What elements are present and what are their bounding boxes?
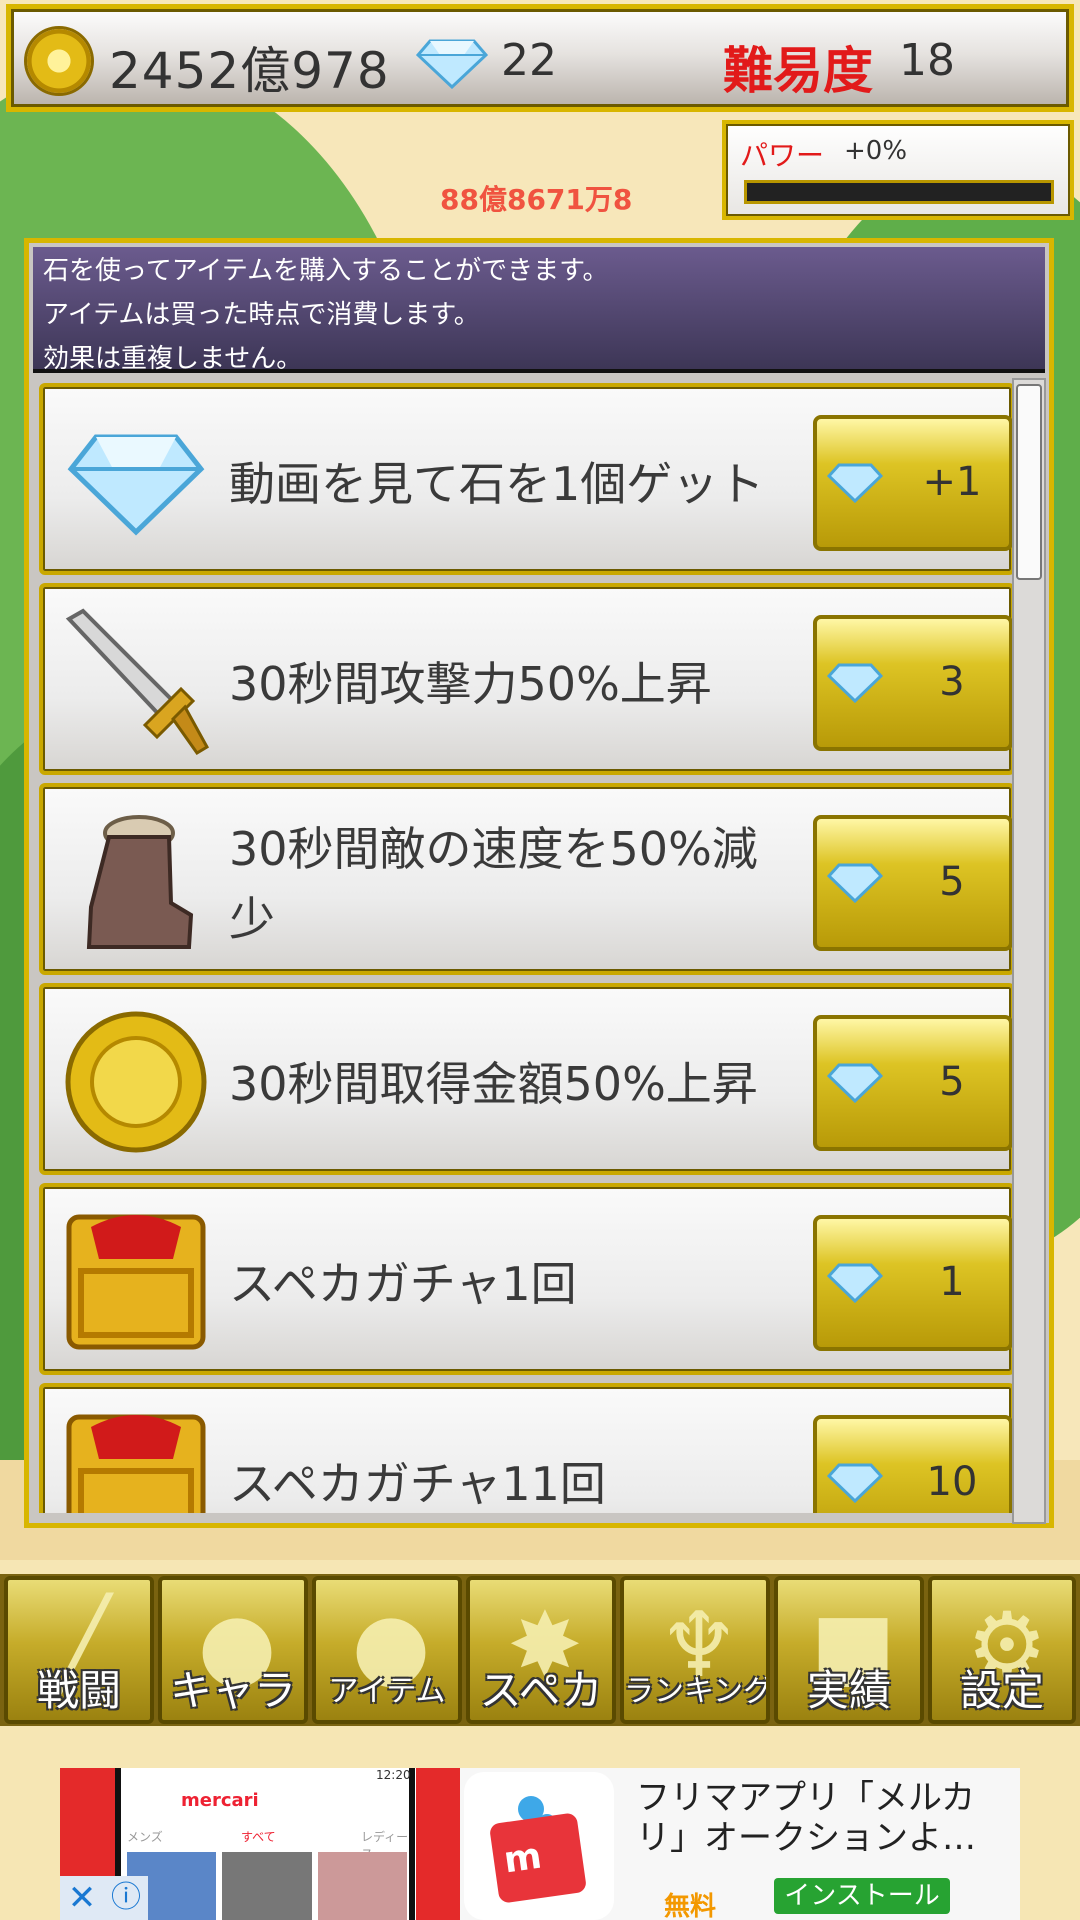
nav-label: ランキング	[624, 1674, 770, 1709]
diamond-icon	[827, 1063, 883, 1103]
ad-tab: メンズ	[127, 1830, 163, 1844]
sword-icon	[65, 608, 210, 756]
status-bar: 2452億978 22 難易度 18	[6, 4, 1074, 112]
notice-line: アイテムは買った時点で消費します。	[43, 300, 480, 330]
shop-item-attack-boost: 30秒間攻撃力50%上昇 3	[39, 583, 1015, 775]
ad-title: フリマアプリ「メルカリ」オークションよ…	[636, 1778, 976, 1858]
item-label: スペカガチャ11回	[229, 1457, 606, 1511]
treasure-chest-icon	[66, 1414, 206, 1513]
close-icon[interactable]: ✕	[60, 1876, 104, 1920]
item-price: 1	[939, 1259, 965, 1305]
shop-item-gold-boost: 30秒間取得金額50%上昇 5	[39, 983, 1015, 1175]
item-price: 5	[939, 859, 965, 905]
diamond-icon	[416, 39, 488, 89]
gold-coin-icon	[27, 29, 91, 93]
item-label: 動画を見て石を1個ゲット	[229, 457, 765, 511]
ad-price: 無料	[664, 1892, 717, 1920]
buy-button[interactable]: 5	[813, 1015, 1013, 1151]
ad-tab-active: すべて	[241, 1830, 276, 1844]
difficulty-label: 難易度	[723, 42, 873, 100]
info-icon[interactable]: ⓘ	[104, 1876, 148, 1920]
nav-ranking-button[interactable]: ♆ ランキング	[620, 1576, 770, 1724]
diamond-icon	[827, 463, 883, 503]
item-label: スペカガチャ1回	[229, 1257, 577, 1311]
buy-button[interactable]: 3	[813, 615, 1013, 751]
buy-button[interactable]: 5	[813, 815, 1013, 951]
list-scrollbar[interactable]	[1012, 378, 1046, 1524]
nav-label: 戦闘	[36, 1666, 121, 1715]
nav-label: スペカ	[479, 1666, 603, 1715]
gold-amount: 2452億978	[109, 42, 390, 100]
nav-achievements-button[interactable]: ■ 実績	[774, 1576, 924, 1724]
item-price: +1	[922, 459, 982, 505]
nav-label: 実績	[806, 1666, 891, 1715]
floating-damage-text: 88億8671万8	[440, 183, 633, 216]
item-price: 5	[939, 1059, 965, 1105]
nav-label: アイテム	[328, 1674, 446, 1709]
item-label: 30秒間取得金額50%上昇	[229, 1057, 758, 1111]
treasure-chest-icon	[66, 1214, 206, 1350]
nav-battle-button[interactable]: ╱ 戦闘	[4, 1576, 154, 1724]
power-label: パワー	[740, 139, 825, 172]
power-panel: パワー +0%	[722, 120, 1074, 220]
boot-icon	[86, 815, 194, 949]
nav-label: 設定	[959, 1666, 1044, 1715]
shop-item-gacha-11: スペカガチャ11回 10	[39, 1383, 1015, 1513]
diamond-icon	[827, 1463, 883, 1503]
notice-line: 石を使ってアイテムを購入することができます。	[43, 256, 609, 286]
diamond-icon	[827, 863, 883, 903]
bottom-nav: ╱ 戦闘 ● キャラ ● アイテム ✸ スペカ ♆ ランキング ■ 実績 ⚙ 設…	[0, 1574, 1080, 1726]
shop-item-slow-enemy: 30秒間敵の速度を50%減少 5	[39, 783, 1015, 975]
diamond-icon	[827, 1263, 883, 1303]
item-shop-panel: 石を使ってアイテムを購入することができます。 アイテムは買った時点で消費します。…	[24, 238, 1054, 1528]
nav-spellcard-button[interactable]: ✸ スペカ	[466, 1576, 616, 1724]
diamond-icon	[827, 663, 883, 703]
ad-time: 12:20	[376, 1768, 411, 1782]
nav-item-button[interactable]: ● アイテム	[312, 1576, 462, 1724]
power-value: +0%	[844, 136, 908, 166]
buy-button[interactable]: 1	[813, 1215, 1013, 1351]
item-price: 3	[939, 659, 965, 705]
notice-line: 効果は重複しません。	[43, 344, 303, 374]
buy-button[interactable]: 10	[813, 1415, 1013, 1513]
power-bar	[744, 180, 1054, 204]
mercari-logo-icon: m	[464, 1772, 614, 1920]
item-list[interactable]: 動画を見て石を1個ゲット +1 30秒間攻撃力50%上昇 3 30秒間敵の速度を…	[39, 383, 1015, 1513]
diamond-icon	[67, 434, 205, 536]
buy-button[interactable]: +1	[813, 415, 1013, 551]
item-price: 10	[926, 1459, 978, 1505]
difficulty-value: 18	[899, 35, 955, 86]
nav-character-button[interactable]: ● キャラ	[158, 1576, 308, 1724]
ad-brand-text: mercari	[181, 1790, 259, 1811]
item-label: 30秒間攻撃力50%上昇	[229, 657, 712, 711]
item-label: 30秒間敵の速度を50%減少	[229, 822, 758, 946]
gem-amount: 22	[501, 35, 557, 86]
ad-banner[interactable]: mercari 12:20 メンズ すべて レディース ✕ ⓘ m フリマアプリ…	[60, 1768, 1020, 1920]
shop-item-gacha-1: スペカガチャ1回 1	[39, 1183, 1015, 1375]
nav-settings-button[interactable]: ⚙ 設定	[928, 1576, 1076, 1724]
nav-label: キャラ	[169, 1666, 296, 1715]
shop-item-watch-video: 動画を見て石を1個ゲット +1	[39, 383, 1015, 575]
install-button[interactable]: インストール	[774, 1878, 950, 1914]
shop-notice: 石を使ってアイテムを購入することができます。 アイテムは買った時点で消費します。…	[33, 247, 1045, 374]
scrollbar-thumb[interactable]	[1016, 384, 1042, 580]
gold-coin-icon	[65, 1011, 207, 1153]
